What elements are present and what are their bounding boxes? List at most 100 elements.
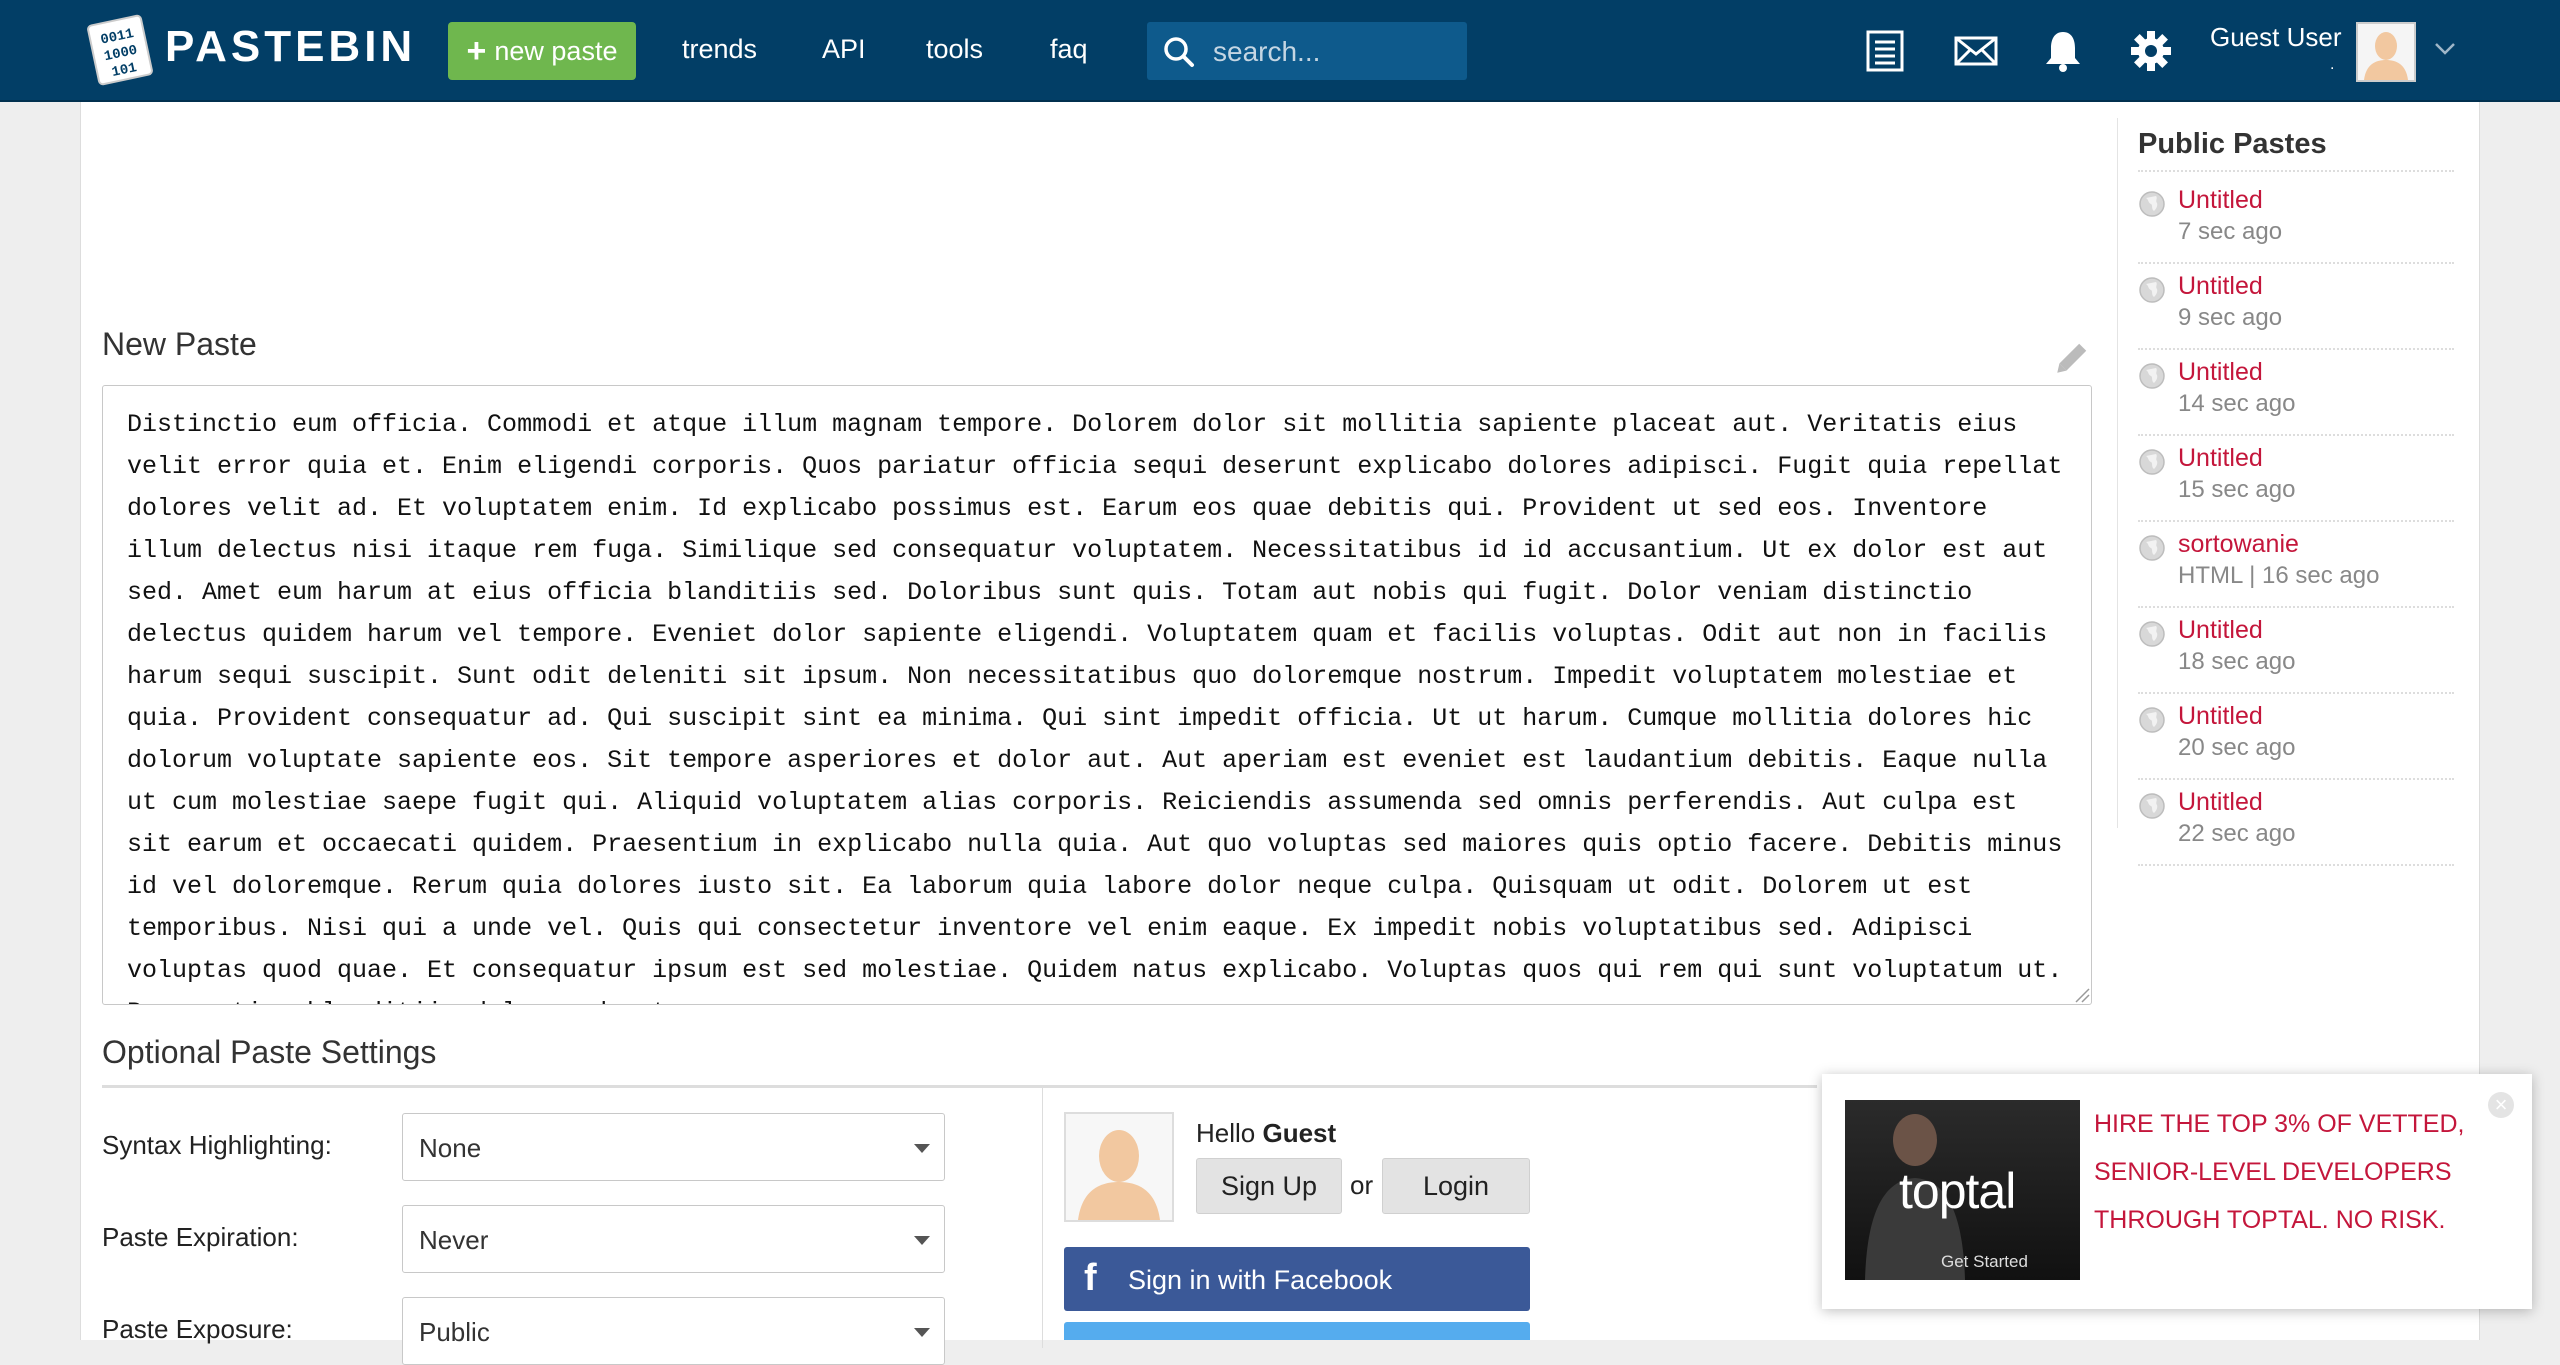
- search-box: [1147, 22, 1467, 80]
- sidebar-divider: [2117, 118, 2118, 828]
- nav-faq[interactable]: faq: [1050, 34, 1088, 65]
- settings-divider: [102, 1085, 1817, 1088]
- search-input[interactable]: [1211, 30, 1455, 74]
- paste-meta: 15 sec ago: [2178, 476, 2296, 503]
- paste-title[interactable]: Untitled: [2178, 788, 2263, 817]
- syntax-highlighting-value: None: [419, 1133, 482, 1163]
- paste-expiration-label: Paste Expiration:: [102, 1222, 299, 1252]
- bell-icon[interactable]: [2044, 30, 2082, 72]
- facebook-signin-label: Sign in with Facebook: [1128, 1265, 1393, 1295]
- list-item[interactable]: Untitled 7 sec ago: [2138, 184, 2454, 264]
- facebook-icon: f: [1084, 1257, 1097, 1299]
- sidebar-rule: [2138, 170, 2454, 172]
- paste-exposure-label: Paste Exposure:: [102, 1314, 293, 1344]
- search-icon[interactable]: [1163, 36, 1195, 68]
- list-icon[interactable]: [1866, 30, 1904, 72]
- paste-title[interactable]: Untitled: [2178, 616, 2263, 645]
- globe-icon: [2139, 449, 2165, 475]
- paste-meta: 22 sec ago: [2178, 820, 2296, 847]
- list-item[interactable]: Untitled 18 sec ago: [2138, 614, 2454, 694]
- pastebin-logo-icon[interactable]: 0011 1000 101: [85, 10, 155, 90]
- list-item[interactable]: Untitled 20 sec ago: [2138, 700, 2454, 780]
- sidebar-rule: [2138, 606, 2454, 608]
- pencil-icon[interactable]: [2050, 340, 2090, 380]
- ad-image[interactable]: toptal Get Started: [1845, 1100, 2080, 1280]
- globe-icon: [2139, 363, 2165, 389]
- caret-down-icon: [914, 1236, 930, 1245]
- paste-meta: 18 sec ago: [2178, 648, 2296, 675]
- paste-content-textarea[interactable]: Distinctio eum officia. Commodi et atque…: [102, 385, 2092, 1005]
- list-item[interactable]: Untitled 22 sec ago: [2138, 786, 2454, 866]
- paste-meta: HTML | 16 sec ago: [2178, 562, 2380, 589]
- paste-title[interactable]: Untitled: [2178, 272, 2263, 301]
- paste-title[interactable]: sortowanie: [2178, 530, 2299, 559]
- paste-title[interactable]: Untitled: [2178, 186, 2263, 215]
- user-name[interactable]: Guest User: [2210, 22, 2342, 53]
- guest-avatar: [1064, 1112, 1174, 1222]
- user-avatar[interactable]: [2356, 22, 2416, 82]
- ad-line: HIRE THE TOP 3% OF VETTED,: [2094, 1110, 2465, 1138]
- new-paste-heading: New Paste: [102, 326, 257, 362]
- public-pastes-title: Public Pastes: [2138, 128, 2327, 160]
- paste-meta: 14 sec ago: [2178, 390, 2296, 417]
- sidebar-rule: [2138, 692, 2454, 694]
- globe-icon: [2139, 707, 2165, 733]
- new-paste-label: new paste: [494, 35, 618, 66]
- or-text: or: [1350, 1170, 1374, 1200]
- ad-cta[interactable]: Get Started: [1941, 1252, 2028, 1272]
- caret-down-icon: [914, 1144, 930, 1153]
- gear-icon[interactable]: [2130, 30, 2172, 72]
- paste-expiration-select[interactable]: Never: [402, 1205, 945, 1273]
- list-item[interactable]: Untitled 9 sec ago: [2138, 270, 2454, 350]
- nav-tools[interactable]: tools: [926, 34, 983, 65]
- user-status-dot: .: [2330, 56, 2335, 73]
- globe-icon: [2139, 793, 2165, 819]
- chevron-down-icon[interactable]: [2434, 42, 2456, 56]
- paste-exposure-value: Public: [419, 1317, 490, 1347]
- ad-brand: toptal: [1899, 1163, 2016, 1219]
- sidebar-rule: [2138, 778, 2454, 780]
- globe-icon: [2139, 277, 2165, 303]
- ad-popup[interactable]: toptal Get Started HIRE THE TOP 3% OF VE…: [1822, 1074, 2532, 1309]
- paste-meta: 7 sec ago: [2178, 218, 2283, 245]
- facebook-signin-button[interactable]: f Sign in with Facebook: [1064, 1247, 1530, 1311]
- list-item[interactable]: Untitled 15 sec ago: [2138, 442, 2454, 522]
- paste-exposure-select[interactable]: Public: [402, 1297, 945, 1365]
- close-icon[interactable]: ×: [2488, 1092, 2514, 1118]
- paste-title[interactable]: Untitled: [2178, 702, 2263, 731]
- sidebar-rule: [2138, 864, 2454, 866]
- globe-icon: [2139, 621, 2165, 647]
- top-bar: 0011 1000 101 PASTEBIN + new paste trend…: [0, 0, 2560, 102]
- sidebar-rule: [2138, 262, 2454, 264]
- syntax-highlighting-select[interactable]: None: [402, 1113, 945, 1181]
- new-paste-button[interactable]: + new paste: [448, 22, 636, 80]
- twitter-signin-button[interactable]: [1064, 1322, 1530, 1340]
- paste-meta: 20 sec ago: [2178, 734, 2296, 761]
- guest-name: Guest: [1262, 1118, 1337, 1148]
- column-divider: [1042, 1088, 1043, 1348]
- sidebar-rule: [2138, 348, 2454, 350]
- plus-icon: +: [466, 32, 487, 70]
- sidebar-rule: [2138, 434, 2454, 436]
- brand-name[interactable]: PASTEBIN: [165, 22, 416, 72]
- paste-expiration-value: Never: [419, 1225, 489, 1255]
- paste-title[interactable]: Untitled: [2178, 444, 2263, 473]
- ad-line: THROUGH TOPTAL. NO RISK.: [2094, 1206, 2446, 1234]
- paste-title[interactable]: Untitled: [2178, 358, 2263, 387]
- nav-api[interactable]: API: [822, 34, 866, 65]
- mail-icon[interactable]: [1954, 36, 1998, 66]
- sidebar-rule: [2138, 520, 2454, 522]
- resize-grip-icon[interactable]: [2074, 987, 2090, 1003]
- globe-icon: [2139, 191, 2165, 217]
- login-button[interactable]: Login: [1382, 1158, 1530, 1214]
- caret-down-icon: [914, 1328, 930, 1337]
- globe-icon: [2139, 535, 2165, 561]
- sign-up-button[interactable]: Sign Up: [1196, 1158, 1342, 1214]
- nav-trends[interactable]: trends: [682, 34, 757, 65]
- paste-meta: 9 sec ago: [2178, 304, 2283, 331]
- list-item[interactable]: Untitled 14 sec ago: [2138, 356, 2454, 436]
- optional-settings-heading: Optional Paste Settings: [102, 1034, 437, 1070]
- ad-line: SENIOR-LEVEL DEVELOPERS: [2094, 1158, 2452, 1186]
- list-item[interactable]: sortowanie HTML | 16 sec ago: [2138, 528, 2454, 608]
- ad-text[interactable]: HIRE THE TOP 3% OF VETTED, SENIOR-LEVEL …: [2094, 1100, 2474, 1244]
